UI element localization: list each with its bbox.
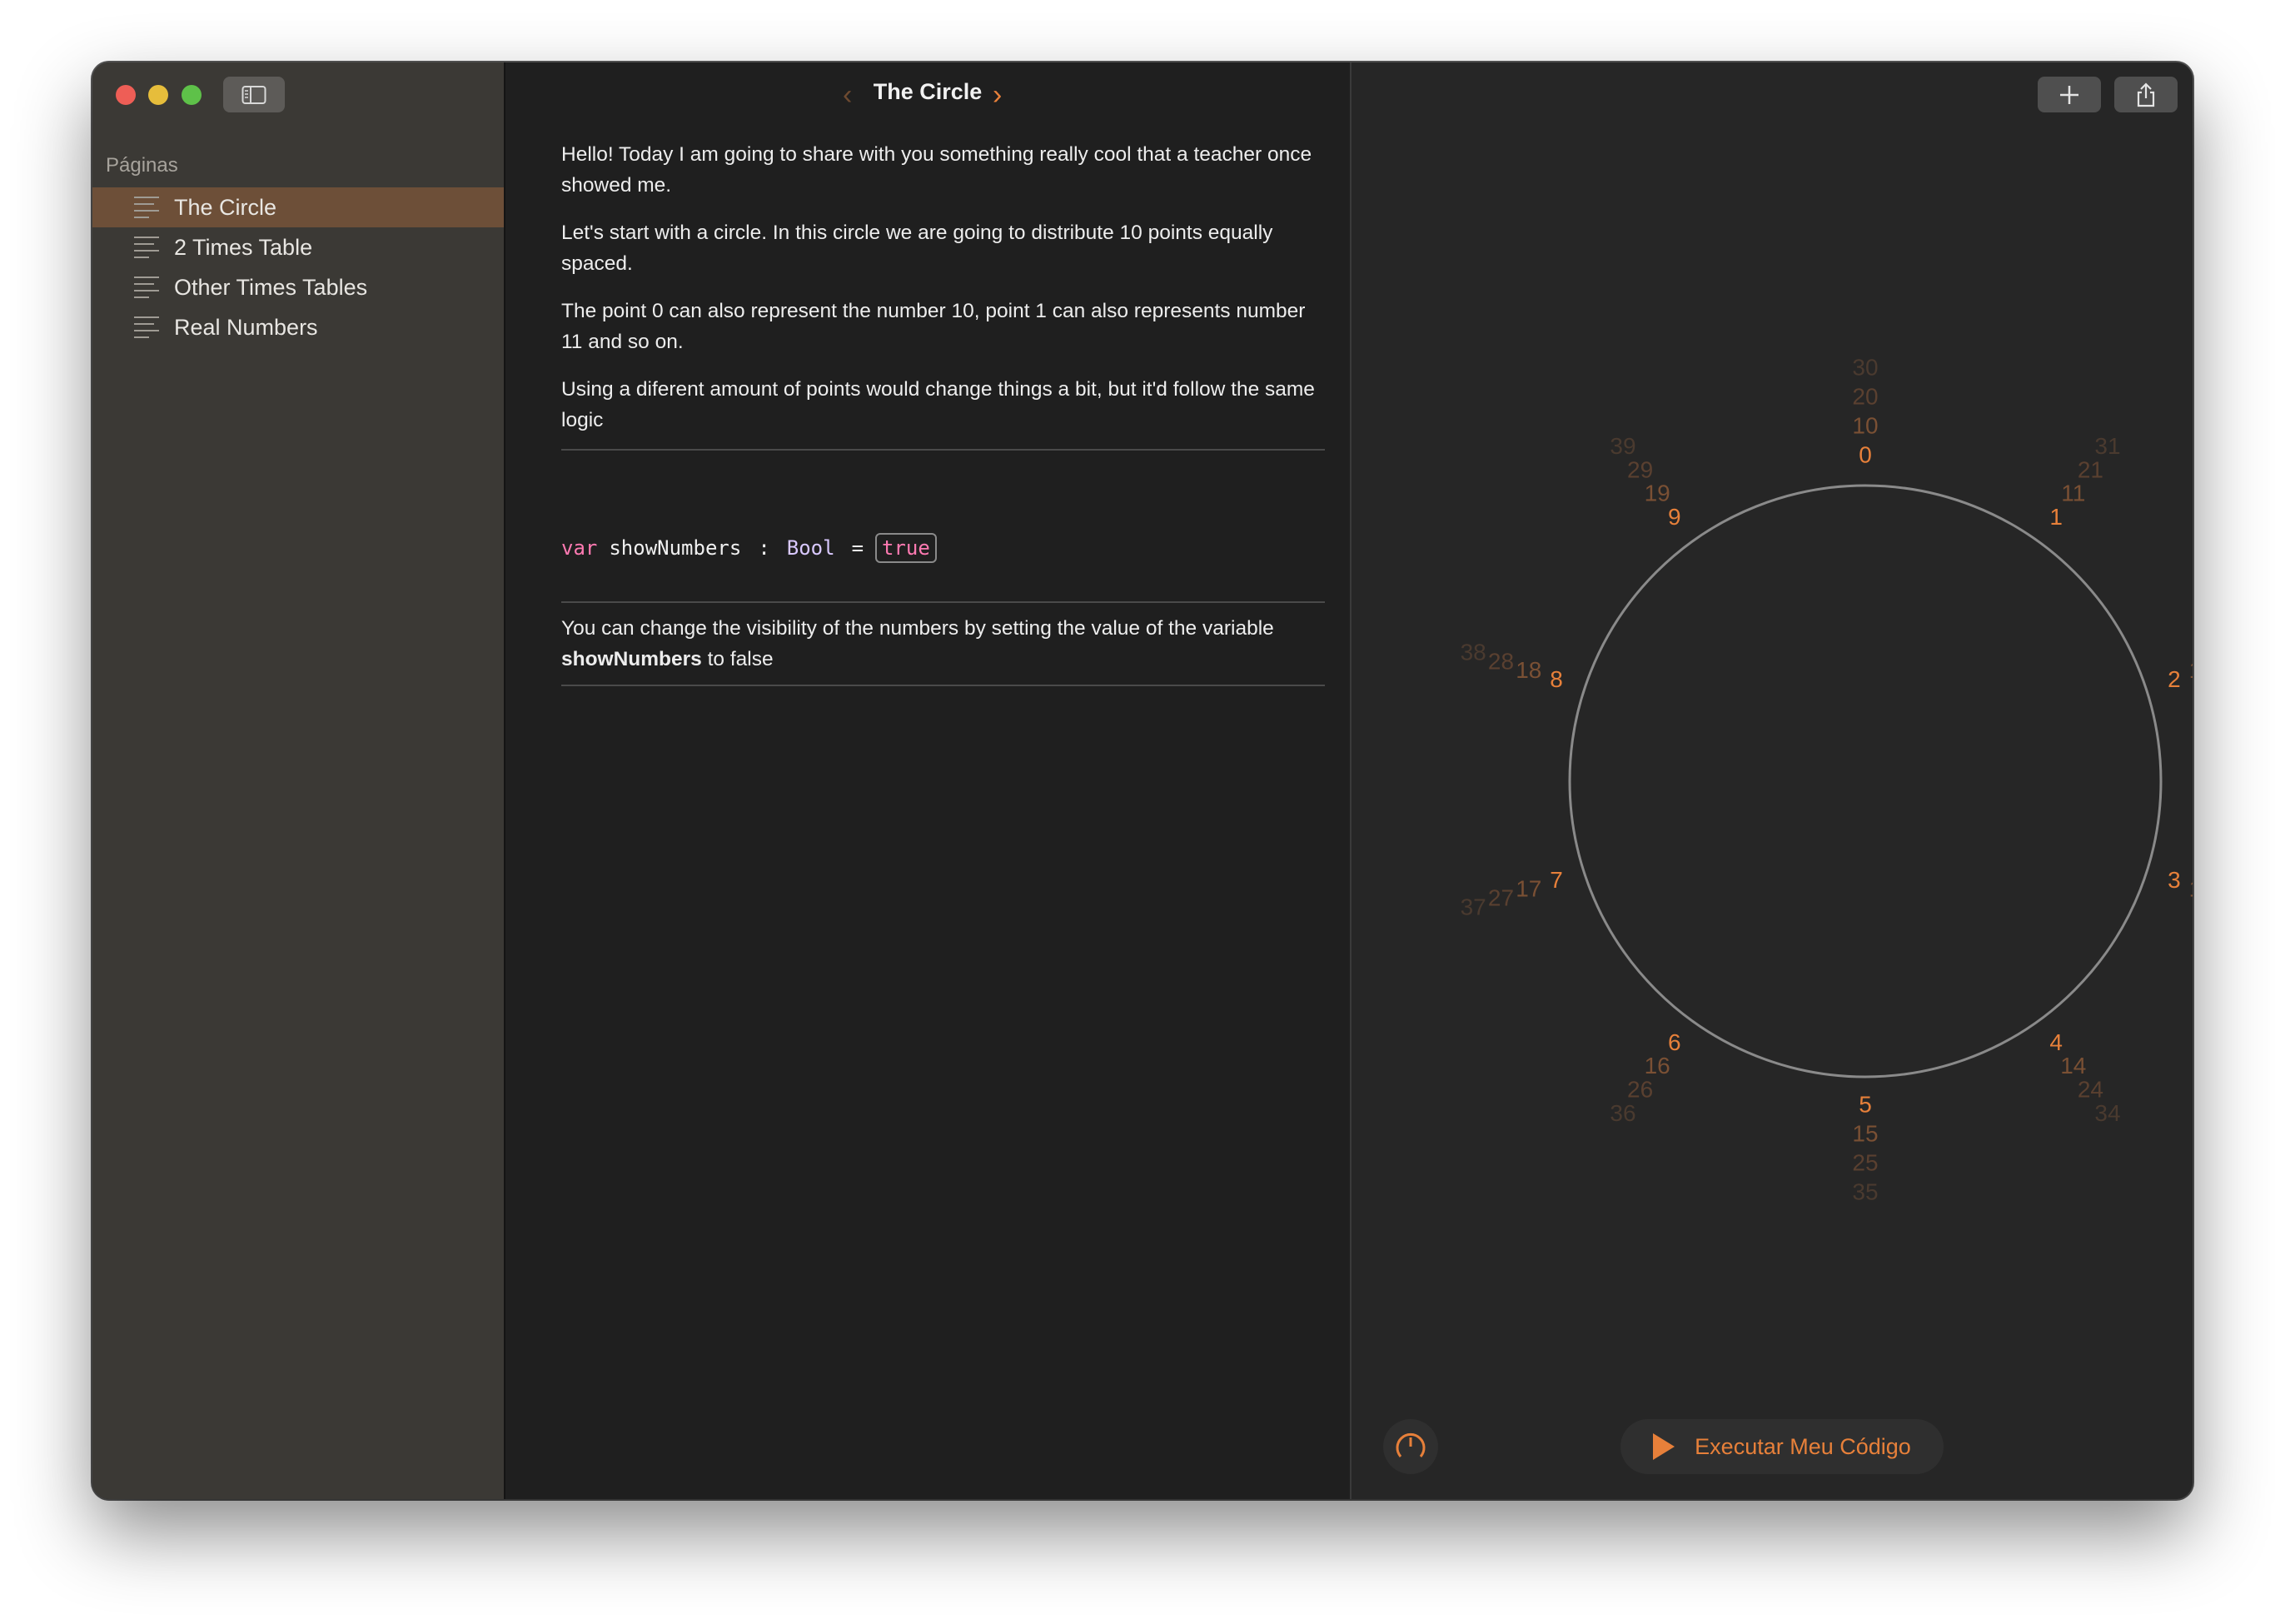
sidebar-item-the-circle[interactable]: The Circle: [92, 187, 504, 227]
main-circle: [1568, 484, 2163, 1079]
code-equals: =: [851, 536, 864, 560]
circle-visualization: 0123456789101112131415161718192021222324…: [1461, 354, 2193, 1204]
close-window-button[interactable]: [116, 85, 136, 105]
circle-number-label: 19: [1645, 481, 1670, 506]
code-type: Bool: [786, 536, 835, 560]
circle-number-label: 25: [1852, 1149, 1878, 1175]
sidebar-item-label: Real Numbers: [174, 314, 318, 340]
circle-number-label: 24: [2078, 1076, 2103, 1102]
note-text: You can change the visibility of the num…: [561, 617, 1274, 640]
code-variable-name: showNumbers: [609, 536, 742, 560]
run-my-code-button[interactable]: Executar Meu Código: [1620, 1419, 1944, 1474]
note-bold-text: showNumbers: [561, 648, 702, 670]
circle-number-label: 15: [1852, 1120, 1878, 1146]
circle-number-label: 4: [2049, 1029, 2063, 1055]
paragraph: Hello! Today I am going to share with yo…: [561, 143, 1312, 197]
paragraph: The point 0 can also represent the numbe…: [561, 300, 1306, 353]
circle-number-label: 20: [1852, 383, 1878, 409]
sidebar-item-real-numbers[interactable]: Real Numbers: [92, 307, 504, 347]
circle-number-label: 39: [1610, 433, 1635, 459]
circle-number-label: 30: [1852, 354, 1878, 380]
circle-number-label: 13: [2189, 876, 2193, 902]
page-list: The Circle 2 Times Table Other Times Tab…: [92, 187, 504, 347]
page-icon: [134, 237, 159, 258]
circle-number-label: 34: [2094, 1100, 2120, 1126]
circle-number-label: 26: [1627, 1076, 1653, 1102]
sidebar-icon: [241, 85, 266, 104]
divider: [561, 601, 1325, 603]
divider: [561, 449, 1325, 451]
speedometer-icon: [1396, 1432, 1426, 1457]
page-icon: [134, 276, 159, 298]
circle-number-label: 9: [1668, 504, 1681, 530]
circle-number-label: 29: [1627, 456, 1653, 482]
circle-number-label: 21: [2078, 456, 2103, 482]
circle-number-label: 2: [2168, 666, 2181, 692]
sidebar-item-label: The Circle: [174, 194, 277, 220]
circle-number-label: 31: [2094, 433, 2120, 459]
note-text-end: to false: [707, 648, 774, 670]
circle-number-label: 37: [1461, 894, 1486, 919]
circle-number-label: 35: [1852, 1178, 1878, 1204]
circle-number-label: 8: [1550, 666, 1563, 692]
speed-button[interactable]: [1383, 1419, 1438, 1474]
page-prose-note: You can change the visibility of the num…: [561, 601, 1325, 686]
minimize-window-button[interactable]: [148, 85, 168, 105]
circle-number-label: 27: [1488, 884, 1514, 910]
next-page-button[interactable]: ›: [993, 79, 1002, 111]
sidebar-item-label: 2 Times Table: [174, 234, 313, 260]
run-button-label: Executar Meu Código: [1695, 1433, 1911, 1459]
sidebar-toggle-button[interactable]: [223, 77, 285, 112]
circle-number-label: 12: [2189, 657, 2193, 683]
chevron-right-icon: ›: [993, 79, 1003, 111]
code-line[interactable]: var showNumbers : Bool = true: [561, 533, 937, 563]
sidebar-item-label: Other Times Tables: [174, 274, 368, 300]
editor-pane: ‹ The Circle › Hello! Today I am going t…: [505, 62, 1352, 1499]
circle-number-label: 17: [1516, 876, 1541, 902]
circle-number-label: 7: [1550, 867, 1563, 893]
circle-number-label: 3: [2168, 867, 2181, 893]
circle-number-label: 10: [1852, 412, 1878, 438]
sidebar-heading: Páginas: [106, 154, 178, 177]
sidebar-item-2-times-table[interactable]: 2 Times Table: [92, 227, 504, 267]
code-colon: :: [758, 536, 770, 560]
circle-number-label: 16: [1645, 1053, 1670, 1079]
circle-number-label: 28: [1488, 648, 1514, 674]
page-icon: [134, 316, 159, 338]
live-view: 0123456789101112131415161718192021222324…: [1352, 62, 2193, 1499]
paragraph: Let's start with a circle. In this circl…: [561, 222, 1273, 275]
sidebar-item-other-times-tables[interactable]: Other Times Tables: [92, 267, 504, 307]
circle-number-label: 0: [1859, 441, 1872, 467]
paragraph: Using a diferent amount of points would …: [561, 378, 1315, 431]
code-keyword: var: [561, 536, 598, 560]
page-prose: Hello! Today I am going to share with yo…: [561, 139, 1325, 451]
circle-number-label: 6: [1668, 1029, 1681, 1055]
sidebar: Páginas The Circle 2 Times Table Other T…: [92, 62, 505, 1499]
note-paragraph: You can change the visibility of the num…: [561, 613, 1325, 675]
playground-window: Páginas The Circle 2 Times Table Other T…: [92, 62, 2193, 1499]
page-title: The Circle: [873, 79, 983, 104]
zoom-window-button[interactable]: [182, 85, 202, 105]
divider: [561, 685, 1325, 686]
circle-number-label: 36: [1610, 1100, 1635, 1126]
circle-number-label: 5: [1859, 1091, 1872, 1117]
code-literal-value[interactable]: true: [875, 533, 937, 563]
circle-number-label: 38: [1461, 639, 1486, 665]
circle-number-label: 14: [2060, 1053, 2086, 1079]
circle-number-label: 18: [1516, 657, 1541, 683]
circle-number-label: 11: [2061, 481, 2085, 506]
page-icon: [134, 197, 159, 218]
play-icon: [1653, 1433, 1675, 1460]
circle-number-label: 1: [2049, 504, 2063, 530]
